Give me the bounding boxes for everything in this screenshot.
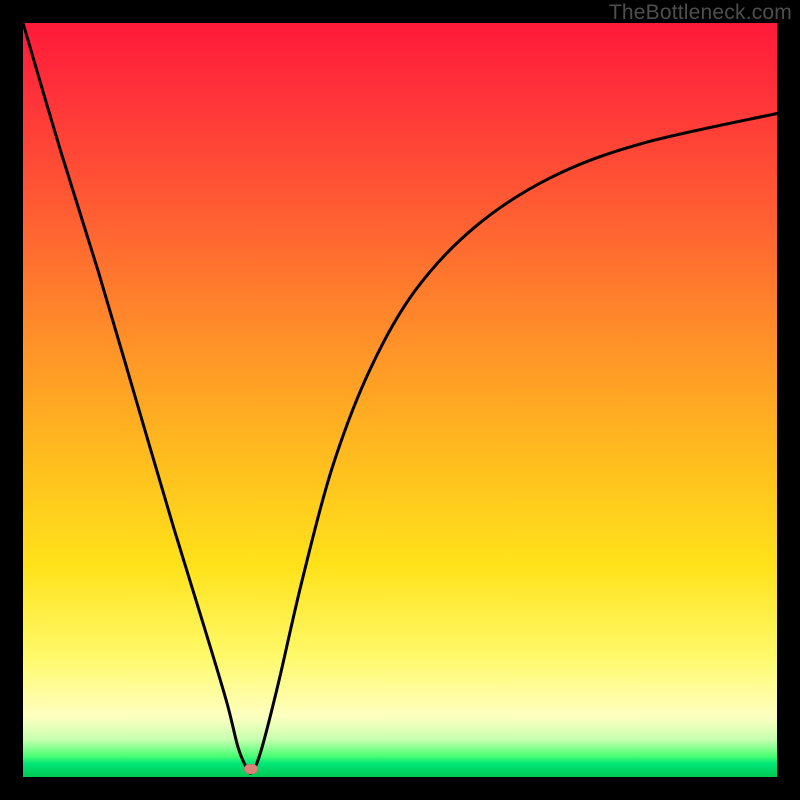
chart-frame: TheBottleneck.com [0,0,800,800]
curve-svg [23,23,777,777]
watermark-text: TheBottleneck.com [609,1,792,25]
plot-area [23,23,777,777]
optimum-marker [244,764,258,774]
bottleneck-curve [23,23,777,773]
